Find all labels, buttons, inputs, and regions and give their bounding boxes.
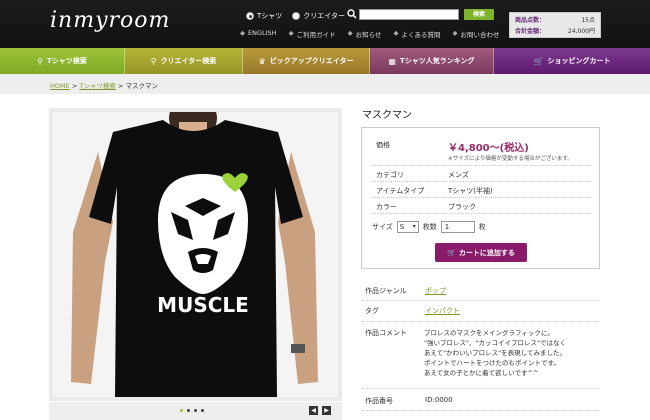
shirt-print-text: MUSCLE (157, 293, 249, 317)
price-note: ※サイズにより価格が変動する場合がございます。 (448, 156, 573, 162)
info-row-tag: タグ インパクト (362, 301, 600, 322)
comment-label: 作品コメント (365, 329, 407, 337)
radio-creator[interactable] (292, 12, 301, 20)
info-row-genre: 作品ジャンル ポップ (362, 281, 600, 301)
size-select[interactable]: S ▾ (396, 221, 419, 233)
nav-tshirt-search-label: Tシャツ検索 (47, 57, 87, 65)
category-label: カテゴリ (376, 171, 404, 179)
nav-pickup-creator-label: ピックアップクリエイター (269, 57, 354, 65)
crown-icon: ♛ (258, 56, 266, 66)
util-link-contact[interactable]: お問い合わせ (460, 29, 499, 39)
search-input[interactable] (359, 9, 459, 20)
price-label: 価格 (376, 141, 390, 149)
category-value: メンズ (448, 171, 469, 179)
tshirt-photo: MUSCLE (71, 112, 318, 397)
breadcrumb-tshirt-search[interactable]: Tシャツ検索 (79, 82, 115, 90)
total-label: 合計金額： (515, 28, 546, 35)
nav-creator-search-label: クリエイター検索 (160, 57, 217, 65)
ranking-icon: ▦ (388, 56, 396, 66)
prev-image-button[interactable]: ◀ (309, 406, 318, 415)
chevron-down-icon: ▾ (412, 223, 416, 230)
price-value: ￥4,800～(税込) (448, 143, 529, 154)
spec-row-category: カテゴリ メンズ (372, 166, 592, 182)
tag-label: タグ (365, 307, 379, 315)
nav-pickup-creator[interactable]: ♛ ピックアップクリエイター (243, 48, 370, 74)
util-link-faq[interactable]: よくある質問 (401, 29, 440, 39)
search-icon: ⚲ (150, 56, 157, 66)
main-nav: ⚲ Tシャツ検索 ⚲ クリエイター検索 ♛ ピックアップクリエイター ▦ Tシャツ人気ラ… (0, 48, 650, 74)
utility-links: ◆ ENGLISH ◆ ご利用ガイド ◆ お知らせ ◆ よくある質問 ◆ お問い合わせ (240, 29, 500, 39)
total-value: 24,000円 (568, 28, 595, 35)
product-title: マスクマン (362, 110, 412, 121)
add-to-cart-label: カートに追加する (458, 248, 515, 257)
pager-dot[interactable] (194, 409, 197, 412)
comment-text: プロレスのマスクをメイングラフィックに。 "強いプロレス"、"カッコイイプロレス… (424, 329, 566, 377)
breadcrumb-home[interactable]: HOME (50, 82, 70, 90)
item-count-value: 15点 (581, 17, 595, 24)
item-count-label: 商品点数： (515, 17, 546, 24)
color-label: カラー (376, 203, 397, 211)
nav-tshirt-search[interactable]: ⚲ Tシャツ検索 (0, 48, 125, 74)
size-label: サイズ (372, 223, 393, 231)
qty-input[interactable]: 1 (440, 221, 475, 233)
nav-shopping-cart-label: ショッピングカート (547, 57, 611, 65)
nav-creator-search[interactable]: ⚲ クリエイター検索 (125, 48, 243, 74)
pager-dot[interactable] (201, 409, 204, 412)
type-value: Tシャツ(半袖) (448, 187, 493, 195)
add-to-cart-button[interactable]: 🛒 カートに追加する (435, 243, 527, 262)
spec-row-color: カラー ブラック (372, 198, 592, 214)
nav-shopping-cart[interactable]: 🛒 ショッピングカート (494, 48, 650, 74)
cart-icon: 🛒 (447, 248, 456, 257)
size-qty-row: サイズ S ▾ 枚数 1 枚 (372, 221, 486, 233)
search-button[interactable]: 検索 (464, 9, 494, 20)
breadcrumb-current: マスクマン (125, 82, 158, 90)
id-label: 作品番号 (365, 397, 393, 405)
breadcrumb-sep: > (71, 82, 78, 90)
site-logo[interactable]: inmyroom (50, 8, 170, 33)
radio-creator-label[interactable]: クリエイター (303, 11, 345, 21)
qty-label: 枚数 (422, 223, 437, 231)
qty-unit: 枚 (478, 223, 486, 231)
breadcrumb: HOME > Tシャツ検索 > マスクマン (50, 80, 158, 90)
info-row-id: 作品番号 ID:0000 (362, 389, 600, 411)
search-icon (347, 9, 357, 19)
next-image-button[interactable]: ▶ (322, 406, 331, 415)
search-icon: ⚲ (37, 56, 44, 66)
genre-label: 作品ジャンル (365, 287, 407, 295)
product-image[interactable]: MUSCLE (53, 112, 338, 397)
color-value: ブラック (448, 203, 476, 211)
spec-row-price: 価格 ￥4,800～(税込) ※サイズにより価格が変動する場合がございます。 (372, 134, 592, 166)
nav-ranking-label: Tシャツ人気ランキング (399, 57, 475, 65)
cart-icon: 🛒 (533, 56, 544, 66)
type-label: アイテムタイプ (376, 187, 425, 195)
radio-tshirt[interactable] (246, 12, 254, 20)
util-link-guide[interactable]: ご利用ガイド (297, 29, 336, 39)
radio-tshirt-label[interactable]: Tシャツ (257, 11, 282, 21)
size-select-value: S (399, 223, 405, 231)
util-link-news[interactable]: お知らせ (356, 29, 382, 39)
image-pager-dots (180, 409, 208, 412)
breadcrumb-sep: > (117, 82, 124, 90)
search-type-radios: Tシャツ クリエイター (246, 11, 355, 21)
pager-dot[interactable] (180, 409, 183, 412)
nav-ranking[interactable]: ▦ Tシャツ人気ランキング (370, 48, 494, 74)
pager-dot[interactable] (187, 409, 190, 412)
genre-link[interactable]: ポップ (425, 287, 446, 295)
id-value: ID:0000 (425, 396, 453, 404)
tag-link[interactable]: インパクト (425, 307, 460, 315)
cart-summary[interactable]: 商品点数： 15点 合計金額： 24,000円 (509, 12, 601, 38)
util-link-english[interactable]: ENGLISH (248, 29, 277, 39)
site-header: inmyroom Tシャツ クリエイター 検索 ◆ ENGLISH ◆ ご利用ガイド… (0, 0, 650, 48)
spec-row-type: アイテムタイプ Tシャツ(半袖) (372, 182, 592, 198)
